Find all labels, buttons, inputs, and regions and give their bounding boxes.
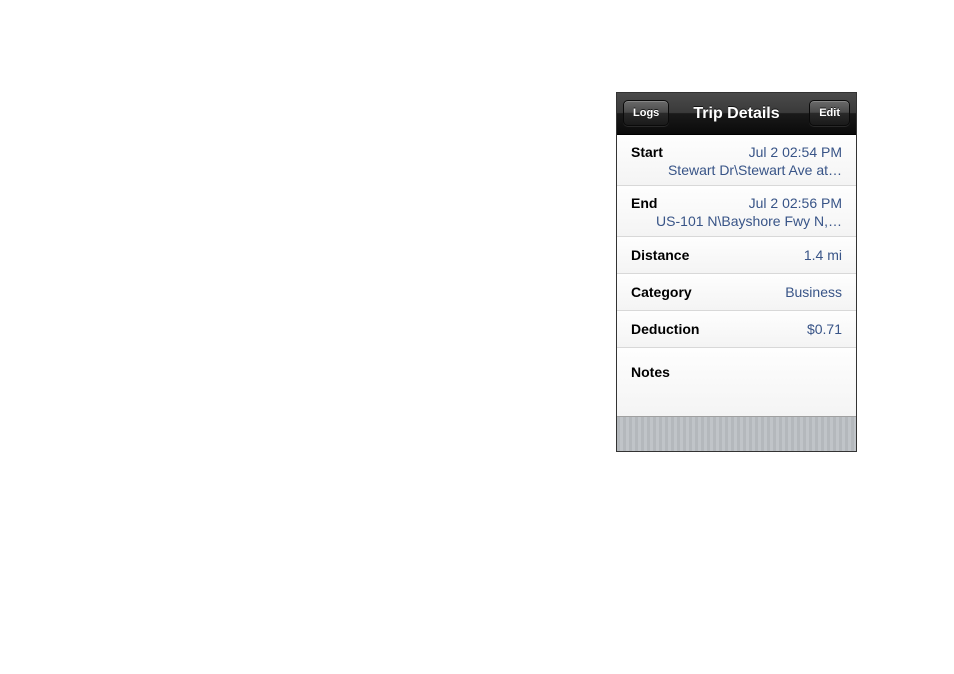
notes-label: Notes <box>631 364 670 380</box>
end-time: Jul 2 02:56 PM <box>749 195 842 211</box>
start-row[interactable]: Start Jul 2 02:54 PM Stewart Dr\Stewart … <box>617 135 856 186</box>
end-label: End <box>631 195 657 211</box>
phone-screen: Logs Trip Details Edit Start Jul 2 02:54… <box>616 92 857 452</box>
distance-row[interactable]: Distance 1.4 mi <box>617 237 856 274</box>
start-location: Stewart Dr\Stewart Ave at… <box>631 162 842 178</box>
category-value: Business <box>702 284 842 300</box>
logs-back-label: Logs <box>633 107 659 119</box>
logs-back-button[interactable]: Logs <box>623 100 669 126</box>
nav-title: Trip Details <box>693 105 779 123</box>
nav-bar: Logs Trip Details Edit <box>617 93 856 135</box>
deduction-value: $0.71 <box>709 321 842 337</box>
category-label: Category <box>631 284 692 300</box>
details-table: Start Jul 2 02:54 PM Stewart Dr\Stewart … <box>617 135 856 417</box>
distance-value: 1.4 mi <box>699 247 842 263</box>
background-pinstripe <box>617 417 856 452</box>
distance-label: Distance <box>631 247 689 263</box>
start-label: Start <box>631 144 663 160</box>
edit-button-label: Edit <box>819 107 840 119</box>
content-area: Start Jul 2 02:54 PM Stewart Dr\Stewart … <box>617 135 856 451</box>
end-location: US-101 N\Bayshore Fwy N,… <box>631 213 842 229</box>
edit-button[interactable]: Edit <box>809 100 850 126</box>
notes-row[interactable]: Notes <box>617 348 856 416</box>
deduction-label: Deduction <box>631 321 699 337</box>
start-time: Jul 2 02:54 PM <box>749 144 842 160</box>
category-row[interactable]: Category Business <box>617 274 856 311</box>
end-row[interactable]: End Jul 2 02:56 PM US-101 N\Bayshore Fwy… <box>617 186 856 237</box>
deduction-row[interactable]: Deduction $0.71 <box>617 311 856 348</box>
